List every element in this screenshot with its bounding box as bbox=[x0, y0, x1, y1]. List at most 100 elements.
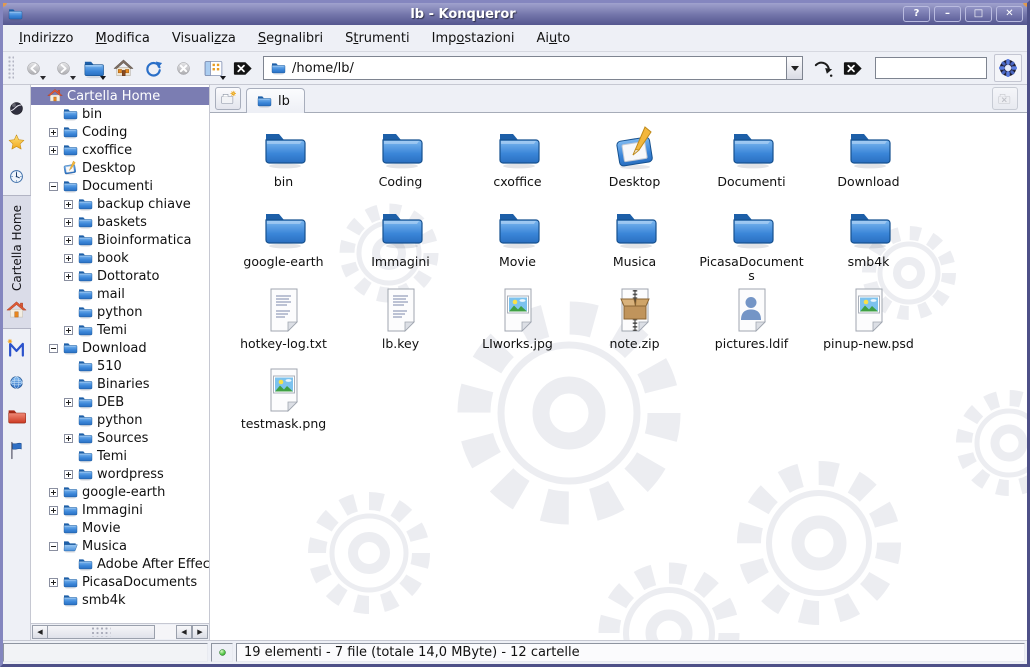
location-input[interactable]: /home/lb/ bbox=[263, 56, 786, 80]
tree-item-documenti[interactable]: Documenti bbox=[31, 177, 209, 195]
tree-item-bioinformatica[interactable]: Bioinformatica bbox=[31, 231, 209, 249]
file-documenti[interactable]: Documenti bbox=[693, 122, 810, 202]
sidebar-tab-network[interactable] bbox=[3, 365, 31, 399]
tree-item-sources[interactable]: Sources bbox=[31, 429, 209, 447]
file-liworks-jpg[interactable]: LIworks.jpg bbox=[459, 284, 576, 364]
scrollbar-thumb[interactable] bbox=[47, 625, 155, 639]
maximize-button[interactable]: □ bbox=[965, 6, 992, 22]
tree-item-google-earth[interactable]: google-earth bbox=[31, 483, 209, 501]
file-pinup-new-psd[interactable]: pinup-new.psd bbox=[810, 284, 927, 364]
menu-visualizza[interactable]: Visualizza bbox=[161, 28, 247, 49]
help-button[interactable]: ? bbox=[903, 6, 930, 22]
sidebar-tab-services[interactable] bbox=[3, 433, 31, 467]
tree-item-immagini[interactable]: Immagini bbox=[31, 501, 209, 519]
file-hotkey-log-txt[interactable]: hotkey-log.txt bbox=[225, 284, 342, 364]
sidebar-tab-bookmarks[interactable] bbox=[3, 125, 31, 159]
icon-view[interactable]: binCodingcxofficeDesktopDocumentiDownloa… bbox=[210, 113, 1027, 640]
sidebar-tab-root-folder[interactable] bbox=[3, 399, 31, 433]
toolbar-handle[interactable] bbox=[8, 56, 14, 80]
tree-item-movie[interactable]: Movie bbox=[31, 519, 209, 537]
tree-item-cartella-home[interactable]: Cartella Home bbox=[31, 87, 209, 105]
file-note-zip[interactable]: note.zip bbox=[576, 284, 693, 364]
file-smb4k[interactable]: smb4k bbox=[810, 202, 927, 284]
sidebar-horizontal-scrollbar[interactable]: ◀ ◀ ▶ bbox=[31, 623, 209, 640]
tree-item-desktop[interactable]: Desktop bbox=[31, 159, 209, 177]
file-immagini[interactable]: Immagini bbox=[342, 202, 459, 284]
menu-indirizzo[interactable]: Indirizzo bbox=[8, 28, 85, 49]
tree-item-wordpress[interactable]: wordpress bbox=[31, 465, 209, 483]
location-dropdown-button[interactable] bbox=[786, 56, 803, 80]
expand-plus-icon[interactable] bbox=[64, 434, 73, 443]
file-google-earth[interactable]: google-earth bbox=[225, 202, 342, 284]
sidebar-tab-metabar[interactable] bbox=[3, 331, 31, 365]
tab-lb[interactable]: lb bbox=[246, 88, 305, 113]
home-button[interactable] bbox=[108, 54, 138, 82]
sidebar-tab-web-browser[interactable] bbox=[3, 91, 31, 125]
file-download[interactable]: Download bbox=[810, 122, 927, 202]
scroll-left-button-2[interactable]: ◀ bbox=[176, 625, 192, 639]
menu-segnalibri[interactable]: Segnalibri bbox=[247, 28, 334, 49]
scroll-left-button[interactable]: ◀ bbox=[32, 625, 48, 639]
tree-item-bin[interactable]: bin bbox=[31, 105, 209, 123]
expand-plus-icon[interactable] bbox=[64, 254, 73, 263]
collapse-minus-icon[interactable] bbox=[49, 542, 58, 551]
file-desktop[interactable]: Desktop bbox=[576, 122, 693, 202]
close-button[interactable]: ✕ bbox=[996, 6, 1023, 22]
expand-plus-icon[interactable] bbox=[64, 272, 73, 281]
file-cxoffice[interactable]: cxoffice bbox=[459, 122, 576, 202]
scroll-right-button[interactable]: ▶ bbox=[192, 625, 208, 639]
tree-item-adobe-after-effects-7[interactable]: Adobe After Effects 7 bbox=[31, 555, 209, 573]
view-mode-button[interactable] bbox=[198, 54, 228, 82]
tree-item-baskets[interactable]: baskets bbox=[31, 213, 209, 231]
up-button[interactable] bbox=[78, 54, 108, 82]
tree-item-download[interactable]: Download bbox=[31, 339, 209, 357]
search-input[interactable] bbox=[875, 57, 987, 79]
sidebar-tab-history[interactable] bbox=[3, 159, 31, 193]
tree-item-temi[interactable]: Temi bbox=[31, 321, 209, 339]
expand-plus-icon[interactable] bbox=[49, 506, 58, 515]
file-testmask-png[interactable]: testmask.png bbox=[225, 364, 342, 444]
clear-location-button[interactable] bbox=[228, 54, 258, 82]
scrollbar-trough[interactable] bbox=[155, 625, 176, 639]
menu-aiuto[interactable]: Aiuto bbox=[525, 28, 581, 49]
menu-impostazioni[interactable]: Impostazioni bbox=[421, 28, 526, 49]
sidebar-tab-home-folder[interactable]: Cartella Home bbox=[3, 195, 31, 329]
expand-plus-icon[interactable] bbox=[64, 236, 73, 245]
file-musica[interactable]: Musica bbox=[576, 202, 693, 284]
tree-item-mail[interactable]: mail bbox=[31, 285, 209, 303]
tree-item-python[interactable]: python bbox=[31, 303, 209, 321]
tree-item-coding[interactable]: Coding bbox=[31, 123, 209, 141]
tree-item-book[interactable]: book bbox=[31, 249, 209, 267]
expand-plus-icon[interactable] bbox=[64, 470, 73, 479]
tree-item-backup-chiave[interactable]: backup chiave bbox=[31, 195, 209, 213]
tree-item-dottorato[interactable]: Dottorato bbox=[31, 267, 209, 285]
expand-plus-icon[interactable] bbox=[64, 218, 73, 227]
file-picasadocuments[interactable]: PicasaDocuments bbox=[693, 202, 810, 284]
file-bin[interactable]: bin bbox=[225, 122, 342, 202]
reload-button[interactable] bbox=[138, 54, 168, 82]
file-coding[interactable]: Coding bbox=[342, 122, 459, 202]
expand-plus-icon[interactable] bbox=[49, 146, 58, 155]
expand-plus-icon[interactable] bbox=[49, 128, 58, 137]
collapse-minus-icon[interactable] bbox=[49, 182, 58, 191]
expand-plus-icon[interactable] bbox=[64, 398, 73, 407]
tree-item-temi[interactable]: Temi bbox=[31, 447, 209, 465]
clear-search-button[interactable] bbox=[838, 54, 868, 82]
file-movie[interactable]: Movie bbox=[459, 202, 576, 284]
expand-plus-icon[interactable] bbox=[49, 578, 58, 587]
menu-modifica[interactable]: Modifica bbox=[85, 28, 161, 49]
collapse-minus-icon[interactable] bbox=[49, 344, 58, 353]
throbber-button[interactable] bbox=[994, 54, 1022, 82]
expand-plus-icon[interactable] bbox=[49, 488, 58, 497]
expand-plus-icon[interactable] bbox=[64, 200, 73, 209]
tree-item-musica[interactable]: Musica bbox=[31, 537, 209, 555]
expand-plus-icon[interactable] bbox=[64, 326, 73, 335]
tree-item-deb[interactable]: DEB bbox=[31, 393, 209, 411]
go-button[interactable] bbox=[808, 54, 838, 82]
minimize-button[interactable]: – bbox=[934, 6, 961, 22]
file-pictures-ldif[interactable]: pictures.ldif bbox=[693, 284, 810, 364]
menu-strumenti[interactable]: Strumenti bbox=[334, 28, 421, 49]
titlebar[interactable]: lb - Konqueror ?–□✕ bbox=[3, 3, 1027, 25]
tree-item-python[interactable]: python bbox=[31, 411, 209, 429]
tree-item-cxoffice[interactable]: cxoffice bbox=[31, 141, 209, 159]
